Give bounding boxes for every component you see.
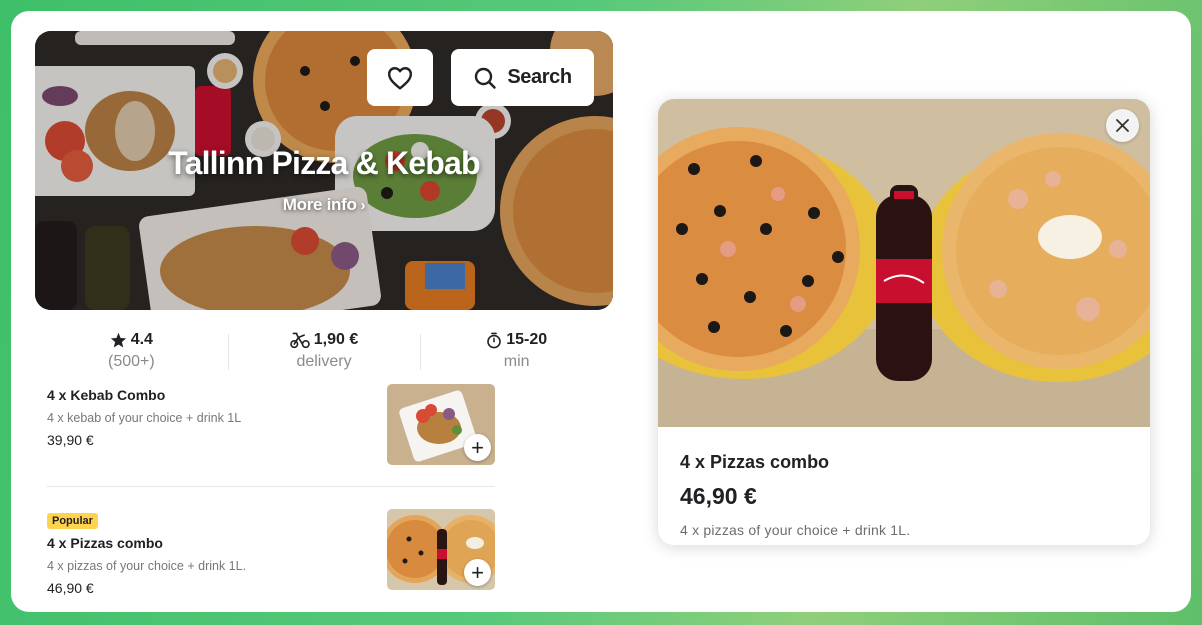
restaurant-hero: Tallinn Pizza & Kebab More info › Search bbox=[35, 31, 613, 310]
detail-item-description: 4 x pizzas of your choice + drink 1L. bbox=[680, 522, 911, 538]
rating-stat[interactable]: 4.4 (500+) bbox=[35, 329, 228, 377]
restaurant-stats: 4.4 (500+) 1,90 € delivery 15-20 min bbox=[35, 329, 613, 377]
delivery-stat[interactable]: 1,90 € delivery bbox=[227, 329, 421, 377]
add-to-cart-button[interactable]: + bbox=[464, 559, 491, 586]
chevron-right-icon: › bbox=[360, 197, 366, 214]
more-info-label: More info bbox=[282, 195, 357, 214]
detail-item-name: 4 x Pizzas combo bbox=[680, 452, 830, 472]
more-info-link[interactable]: More info › bbox=[35, 195, 613, 215]
delivery-time-stat[interactable]: 15-20 min bbox=[420, 329, 613, 377]
delivery-time: 15-20 bbox=[506, 331, 548, 348]
search-label: Search bbox=[507, 66, 572, 88]
timer-icon bbox=[487, 332, 502, 348]
item-detail-image bbox=[658, 99, 1150, 427]
add-to-cart-button[interactable]: + bbox=[464, 434, 491, 461]
close-icon bbox=[1116, 119, 1129, 132]
plus-icon: + bbox=[471, 559, 484, 585]
search-button[interactable]: Search bbox=[451, 49, 594, 106]
detail-item-price: 46,90 € bbox=[680, 483, 757, 509]
plus-icon: + bbox=[471, 434, 484, 460]
menu-item[interactable]: 4 x Kebab Combo 4 x kebab of your choice… bbox=[47, 383, 495, 487]
delivery-time-unit: min bbox=[503, 353, 530, 370]
menu-item-image: + bbox=[387, 384, 495, 465]
heart-icon bbox=[387, 66, 413, 89]
favorite-button[interactable] bbox=[367, 49, 433, 106]
popular-badge: Popular bbox=[47, 513, 98, 529]
menu-list: 4 x Kebab Combo 4 x kebab of your choice… bbox=[47, 383, 495, 607]
menu-item-image: + bbox=[387, 509, 495, 590]
restaurant-page: Tallinn Pizza & Kebab More info › Search … bbox=[11, 11, 1191, 612]
restaurant-name: Tallinn Pizza & Kebab bbox=[168, 145, 480, 181]
delivery-label: delivery bbox=[296, 353, 352, 370]
close-button[interactable] bbox=[1106, 109, 1139, 142]
search-icon bbox=[475, 67, 497, 89]
item-detail-card: 4 x Pizzas combo 46,90 € 4 x pizzas of y… bbox=[658, 99, 1150, 545]
bike-icon bbox=[289, 332, 310, 349]
delivery-fee: 1,90 € bbox=[313, 331, 359, 348]
star-icon bbox=[110, 332, 126, 348]
rating-count: (500+) bbox=[107, 353, 155, 370]
rating-value: 4.4 bbox=[130, 331, 153, 348]
